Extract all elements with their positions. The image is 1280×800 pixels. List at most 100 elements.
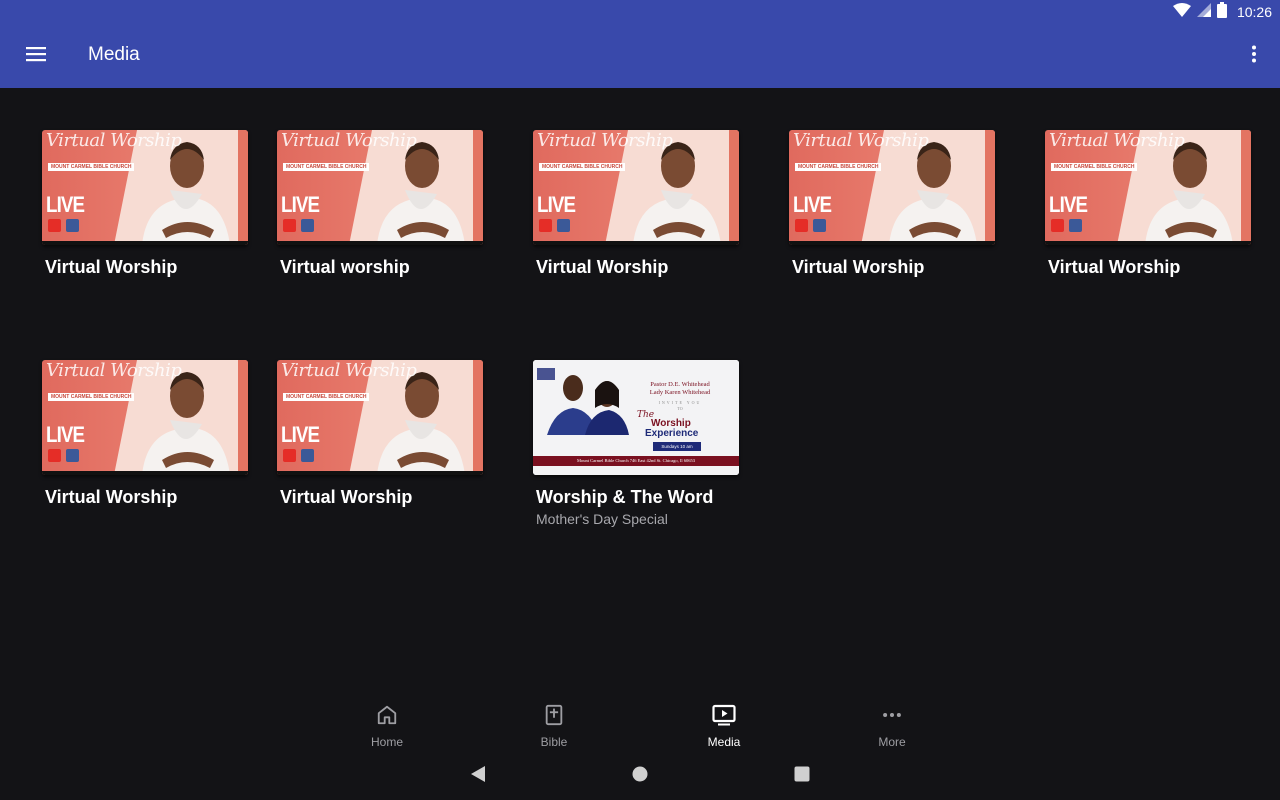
- youtube-icon: [48, 449, 61, 462]
- nav-media-label: Media: [707, 735, 741, 749]
- media-thumbnail: Virtual Worship MOUNT CARMEL BIBLE CHURC…: [277, 130, 483, 245]
- media-thumbnail: Virtual Worship MOUNT CARMEL BIBLE CHURC…: [42, 130, 248, 245]
- system-recents-button[interactable]: [790, 766, 814, 786]
- facebook-icon: [66, 449, 79, 462]
- media-title: Virtual Worship: [792, 257, 925, 277]
- thumb-script-title: Virtual Worship: [1049, 130, 1185, 151]
- thumb-shadow-bar: [277, 241, 483, 245]
- facebook-icon: [301, 219, 314, 232]
- media-title: Virtual Worship: [45, 257, 178, 277]
- media-thumbnail: Virtual Worship MOUNT CARMEL BIBLE CHURC…: [789, 130, 995, 245]
- media-thumbnail: Virtual Worship MOUNT CARMEL BIBLE CHURC…: [42, 360, 248, 475]
- media-thumbnail: Pastor D.E. Whitehead Lady Karen Whitehe…: [533, 360, 739, 475]
- media-card[interactable]: Virtual Worship MOUNT CARMEL BIBLE CHURC…: [1045, 130, 1251, 278]
- flyer-invite: INVITE YOU: [658, 400, 702, 405]
- media-thumbnail: Virtual Worship MOUNT CARMEL BIBLE CHURC…: [277, 360, 483, 475]
- media-card[interactable]: Virtual Worship MOUNT CARMEL BIBLE CHURC…: [277, 360, 483, 508]
- overflow-menu-button[interactable]: [1242, 38, 1266, 74]
- home-circle-icon: [632, 766, 648, 787]
- media-title: Virtual Worship: [45, 487, 178, 507]
- facebook-icon: [1069, 219, 1082, 232]
- media-card[interactable]: Virtual Worship MOUNT CARMEL BIBLE CHURC…: [42, 130, 248, 278]
- flyer-footer: Mount Carmel Bible Church 746 East 42nd …: [533, 456, 739, 466]
- nav-bible-label: Bible: [540, 735, 568, 749]
- thumb-shadow-bar: [533, 241, 739, 245]
- thumb-live-badge: LIVE: [46, 422, 85, 447]
- thumb-live-badge: LIVE: [1049, 192, 1088, 217]
- flyer-event-2: Experience: [645, 428, 699, 439]
- system-back-button[interactable]: [466, 765, 490, 787]
- thumb-shadow-bar: [789, 241, 995, 245]
- flyer-names: Pastor D.E. Whitehead Lady Karen Whitehe…: [625, 381, 735, 397]
- thumb-shadow-bar: [42, 471, 248, 475]
- media-card[interactable]: Virtual Worship MOUNT CARMEL BIBLE CHURC…: [789, 130, 995, 278]
- bottom-navigation: Home Bible Media More: [0, 688, 1280, 752]
- nav-bible[interactable]: Bible: [506, 704, 602, 749]
- media-card[interactable]: Virtual Worship MOUNT CARMEL BIBLE CHURC…: [533, 130, 739, 278]
- status-icons: 10:26: [1172, 1, 1272, 22]
- thumb-church-name: MOUNT CARMEL BIBLE CHURCH: [48, 393, 135, 401]
- media-grid: Virtual Worship MOUNT CARMEL BIBLE CHURC…: [0, 88, 1280, 688]
- media-card[interactable]: Pastor D.E. Whitehead Lady Karen Whitehe…: [533, 360, 739, 527]
- menu-button[interactable]: [16, 38, 56, 74]
- media-title: Virtual Worship: [536, 257, 669, 277]
- facebook-icon: [66, 219, 79, 232]
- cell-signal-icon: [1196, 2, 1211, 22]
- facebook-icon: [301, 449, 314, 462]
- thumb-live-badge: LIVE: [281, 422, 320, 447]
- youtube-icon: [283, 219, 296, 232]
- thumb-shadow-bar: [42, 241, 248, 245]
- system-home-button[interactable]: [628, 766, 652, 786]
- youtube-icon: [539, 219, 552, 232]
- facebook-icon: [813, 219, 826, 232]
- home-icon: [376, 704, 398, 731]
- thumb-live-badge: LIVE: [537, 192, 576, 217]
- thumb-script-title: Virtual Worship: [46, 130, 182, 151]
- nav-media[interactable]: Media: [676, 704, 772, 749]
- thumb-script-title: Virtual Worship: [281, 360, 417, 381]
- hamburger-menu-icon: [26, 46, 46, 67]
- youtube-icon: [283, 449, 296, 462]
- media-thumbnail: Virtual Worship MOUNT CARMEL BIBLE CHURC…: [1045, 130, 1251, 245]
- flyer-lady-name: Lady Karen Whitehead: [649, 389, 711, 396]
- page-title: Media: [88, 44, 140, 65]
- wifi-icon: [1172, 2, 1191, 22]
- recents-square-icon: [794, 766, 810, 787]
- thumb-script-title: Virtual Worship: [793, 130, 929, 151]
- facebook-icon: [557, 219, 570, 232]
- thumb-live-badge: LIVE: [281, 192, 320, 217]
- nav-more-label: More: [878, 735, 906, 749]
- media-title: Virtual Worship: [280, 487, 413, 507]
- thumb-script-title: Virtual Worship: [46, 360, 182, 381]
- back-triangle-icon: [470, 765, 486, 787]
- status-time: 10:26: [1236, 4, 1272, 20]
- media-subtitle: Mother's Day Special: [536, 511, 668, 527]
- youtube-icon: [48, 219, 61, 232]
- nav-home-label: Home: [370, 735, 403, 749]
- more-vert-icon: [1251, 45, 1257, 68]
- youtube-icon: [1051, 219, 1064, 232]
- thumb-church-name: MOUNT CARMEL BIBLE CHURCH: [795, 163, 882, 171]
- media-card[interactable]: Virtual Worship MOUNT CARMEL BIBLE CHURC…: [277, 130, 483, 278]
- more-horiz-icon: [881, 704, 903, 731]
- flyer-time: Sundays 10 am: [653, 442, 701, 451]
- thumb-church-name: MOUNT CARMEL BIBLE CHURCH: [1051, 163, 1138, 171]
- app-bar: Media: [0, 24, 1280, 88]
- thumb-shadow-bar: [277, 471, 483, 475]
- thumb-church-name: MOUNT CARMEL BIBLE CHURCH: [283, 393, 370, 401]
- thumb-live-badge: LIVE: [46, 192, 85, 217]
- youtube-icon: [795, 219, 808, 232]
- thumb-church-name: MOUNT CARMEL BIBLE CHURCH: [283, 163, 370, 171]
- thumb-live-badge: LIVE: [793, 192, 832, 217]
- media-title: Virtual Worship: [1048, 257, 1181, 277]
- media-card[interactable]: Virtual Worship MOUNT CARMEL BIBLE CHURC…: [42, 360, 248, 508]
- thumb-shadow-bar: [1045, 241, 1251, 245]
- status-bar: 10:26: [0, 0, 1280, 24]
- media-title: Worship & The Word: [536, 487, 714, 507]
- media-title: Virtual worship: [280, 257, 410, 277]
- nav-home[interactable]: Home: [339, 704, 435, 749]
- media-thumbnail: Virtual Worship MOUNT CARMEL BIBLE CHURC…: [533, 130, 739, 245]
- thumb-script-title: Virtual Worship: [537, 130, 673, 151]
- nav-more[interactable]: More: [844, 704, 940, 749]
- thumb-script-title: Virtual Worship: [281, 130, 417, 151]
